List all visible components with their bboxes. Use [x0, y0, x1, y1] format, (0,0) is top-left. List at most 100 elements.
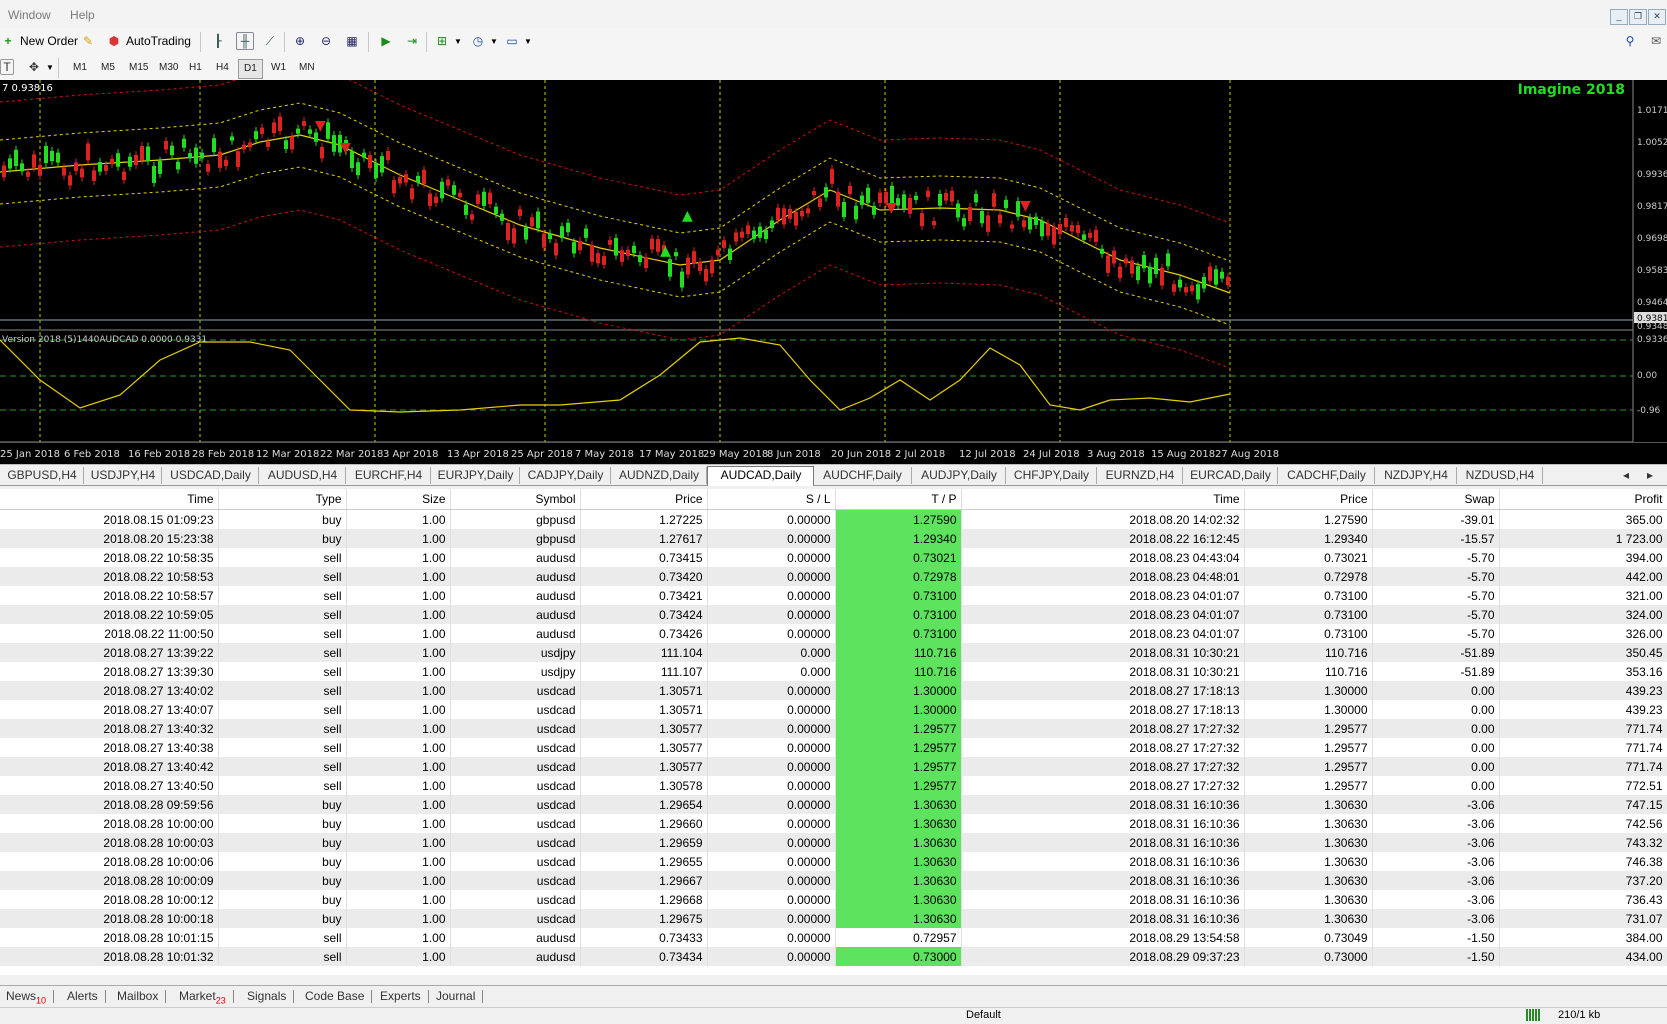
table-row[interactable]: 2018.08.27 13:40:32 sell 1.00 usdcad 1.30577… [0, 719, 1667, 738]
autoscroll-button[interactable]: ▶ [378, 31, 394, 51]
table-row[interactable]: 2018.08.27 13:40:02 sell 1.00 usdcad 1.30571… [0, 681, 1667, 700]
candlestick-button[interactable]: ╫ [236, 31, 254, 51]
chart-tab-usdcad-daily[interactable]: USDCAD,Daily [162, 467, 259, 484]
terminal-tab-experts[interactable]: Experts [380, 988, 429, 1005]
table-row[interactable]: 2018.08.22 11:00:50 sell 1.00 audusd 0.73426… [0, 624, 1667, 643]
tile-windows-button[interactable]: ▦ [344, 31, 360, 51]
terminal-tab-market[interactable]: Market23 [179, 988, 234, 1005]
zoom-out-button[interactable]: ⊖ [318, 31, 334, 51]
table-row[interactable]: 2018.08.28 10:01:32 sell 1.00 audusd 0.73434… [0, 947, 1667, 966]
timeframe-m5[interactable]: M5 [96, 59, 120, 77]
column-header-tp[interactable]: T / P [835, 489, 962, 510]
chart-tab-nzdjpy-h4[interactable]: NZDJPY,H4 [1375, 467, 1457, 484]
chart-tab-eurjpy-daily[interactable]: EURJPY,Daily [431, 467, 520, 484]
table-row[interactable]: 2018.08.28 10:00:03 buy 1.00 usdcad 1.29659 0… [0, 833, 1667, 852]
chart-tab-eurchf-h4[interactable]: EURCHF,H4 [346, 467, 431, 484]
search-button[interactable]: ⚲ [1622, 31, 1638, 51]
table-row[interactable]: 2018.08.28 10:01:15 sell 1.00 audusd 0.73433… [0, 928, 1667, 947]
terminal-tab-signals[interactable]: Signals [247, 988, 295, 1005]
table-row[interactable]: 2018.08.22 10:58:35 sell 1.00 audusd 0.73415… [0, 548, 1667, 567]
column-header-sl[interactable]: S / L [707, 489, 836, 510]
new-order-button[interactable]: + New Order [0, 31, 78, 51]
table-row[interactable]: 2018.08.22 10:58:57 sell 1.00 audusd 0.73421… [0, 586, 1667, 605]
chart-tab-audnzd-daily[interactable]: AUDNZD,Daily [611, 467, 707, 484]
menu-help[interactable]: Help [62, 0, 103, 22]
table-row[interactable]: 2018.08.27 13:40:50 sell 1.00 usdcad 1.30578… [0, 776, 1667, 795]
table-row[interactable]: 2018.08.22 10:59:05 sell 1.00 audusd 0.73424… [0, 605, 1667, 624]
table-row[interactable]: 2018.08.28 10:00:09 buy 1.00 usdcad 1.29667 0… [0, 871, 1667, 890]
table-row[interactable]: 2018.08.27 13:39:30 sell 1.00 usdjpy 111.107… [0, 662, 1667, 681]
timeframe-mn[interactable]: MN [294, 59, 320, 77]
text-tool-button[interactable]: T [0, 57, 14, 77]
chat-button[interactable]: ✉ [1648, 31, 1664, 51]
chart-tab-eurcad-daily[interactable]: EURCAD,Daily [1183, 467, 1278, 484]
column-header-price-close[interactable]: Price [1244, 489, 1373, 510]
terminal-tab-journal[interactable]: Journal [436, 988, 484, 1005]
chart-shift-button[interactable]: ⇥ [404, 31, 420, 51]
timeframe-m1[interactable]: M1 [68, 59, 92, 77]
column-header-swap-close[interactable]: Swap [1372, 489, 1500, 510]
timeframe-d1[interactable]: D1 [238, 59, 263, 79]
autotrading-button[interactable]: ⬢ AutoTrading [106, 31, 191, 51]
table-row[interactable]: 2018.08.28 09:59:56 buy 1.00 usdcad 1.29654 0… [0, 795, 1667, 814]
chart-tab-eurnzd-h4[interactable]: EURNZD,H4 [1097, 467, 1183, 484]
metaeditor-button[interactable]: ✎ [80, 31, 96, 51]
price-chart[interactable]: ▼ ▼ ▼ ▼ ▲ ▲ 7 0.93816 Imagine 2018 Version 2018 … [0, 64, 1667, 443]
table-row[interactable]: 2018.08.28 10:00:12 buy 1.00 usdcad 1.29668 0… [0, 890, 1667, 909]
table-row[interactable]: 2018.08.28 10:00:18 buy 1.00 usdcad 1.29675 0… [0, 909, 1667, 928]
chart-tab-gbpusd-h4[interactable]: GBPUSD,H4 [0, 467, 84, 484]
chart-tab-audjpy-daily[interactable]: AUDJPY,Daily [912, 467, 1006, 484]
scroll-left-icon[interactable]: ◂ [1622, 467, 1629, 484]
table-row[interactable]: 2018.08.28 10:00:06 buy 1.00 usdcad 1.29655 0… [0, 852, 1667, 871]
column-header-type[interactable]: Type [218, 489, 347, 510]
scroll-right-icon[interactable]: ▸ [1646, 467, 1653, 484]
restore-icon[interactable]: ❐ [1629, 9, 1647, 25]
timeframe-h1[interactable]: H1 [184, 59, 207, 77]
chart-tab-chfjpy-daily[interactable]: CHFJPY,Daily [1006, 467, 1097, 484]
chart-tab-usdjpy-h4[interactable]: USDJPY,H4 [84, 467, 162, 484]
chart-tab-audcad-daily[interactable]: AUDCAD,Daily [707, 466, 814, 486]
menu-window[interactable]: Window [0, 0, 59, 22]
table-row[interactable]: 2018.08.22 10:58:53 sell 1.00 audusd 0.73420… [0, 567, 1667, 586]
line-chart-button[interactable]: ⟋ [262, 31, 278, 51]
terminal-tab-mailbox[interactable]: Mailbox [117, 988, 167, 1005]
column-header-symbol[interactable]: Symbol [450, 489, 581, 510]
bar-chart-button[interactable]: ┠ [210, 31, 226, 51]
draw-tools-button[interactable]: ✥ ▼ [26, 57, 54, 77]
close-icon[interactable]: ✕ [1648, 9, 1666, 25]
column-header-price[interactable]: Price [580, 489, 708, 510]
chart-tab-nzdusd-h4[interactable]: NZDUSD,H4 [1457, 467, 1543, 484]
candle-body [1106, 255, 1110, 273]
periods-button[interactable]: ◷ ▼ [470, 31, 498, 51]
column-header-time-close[interactable]: Time [961, 489, 1245, 510]
templates-button[interactable]: ▭ ▼ [504, 31, 532, 51]
table-row[interactable]: 2018.08.27 13:40:07 sell 1.00 usdcad 1.30571… [0, 700, 1667, 719]
terminal-tab-alerts[interactable]: Alerts [67, 988, 106, 1005]
column-header-profit-close[interactable]: Profit [1499, 489, 1667, 510]
timeframe-w1[interactable]: W1 [266, 59, 291, 77]
minimize-icon[interactable]: _ [1610, 9, 1628, 25]
table-row[interactable]: 2018.08.27 13:40:42 sell 1.00 usdcad 1.30577… [0, 757, 1667, 776]
chart-tab-audchf-daily[interactable]: AUDCHF,Daily [813, 467, 912, 484]
column-header-size[interactable]: Size [346, 489, 451, 510]
zoom-in-button[interactable]: ⊕ [292, 31, 308, 51]
terminal-tab-code-base[interactable]: Code Base [305, 988, 373, 1005]
chart-tab-cadchf-daily[interactable]: CADCHF,Daily [1278, 467, 1375, 484]
chart-tab-cadjpy-daily[interactable]: CADJPY,Daily [520, 467, 611, 484]
table-row[interactable]: 2018.08.20 15:23:38 buy 1.00 gbpusd 1.27617 0… [0, 529, 1667, 548]
timeframe-m30[interactable]: M30 [154, 59, 183, 77]
candle-body [938, 193, 942, 206]
candle-body [782, 208, 786, 225]
account-history-table[interactable]: Time Type Size Symbol Price S / LT / P Time Pri… [0, 489, 1667, 975]
chart-tab-audusd-h4[interactable]: AUDUSD,H4 [259, 467, 346, 484]
indicators-button[interactable]: ⊞ ▼ [434, 31, 462, 51]
timeframe-m15[interactable]: M15 [124, 59, 153, 77]
timeframe-h4[interactable]: H4 [211, 59, 234, 77]
table-row[interactable]: 2018.08.15 01:09:23 buy 1.00 gbpusd 1.27225 0… [0, 509, 1667, 529]
terminal-tab-news[interactable]: News10 [6, 988, 55, 1005]
table-row[interactable]: 2018.08.27 13:39:22 sell 1.00 usdjpy 111.104… [0, 643, 1667, 662]
column-header-time[interactable]: Time [0, 489, 219, 510]
table-row[interactable]: 2018.08.28 10:00:00 buy 1.00 usdcad 1.29660 0… [0, 814, 1667, 833]
table-row[interactable]: 2018.08.27 13:40:38 sell 1.00 usdcad 1.30577… [0, 738, 1667, 757]
chart-canvas[interactable]: ▼▼▼ ▼▲▲7 0.93816 Imagine 2018Version 2018 … [0, 64, 1667, 443]
